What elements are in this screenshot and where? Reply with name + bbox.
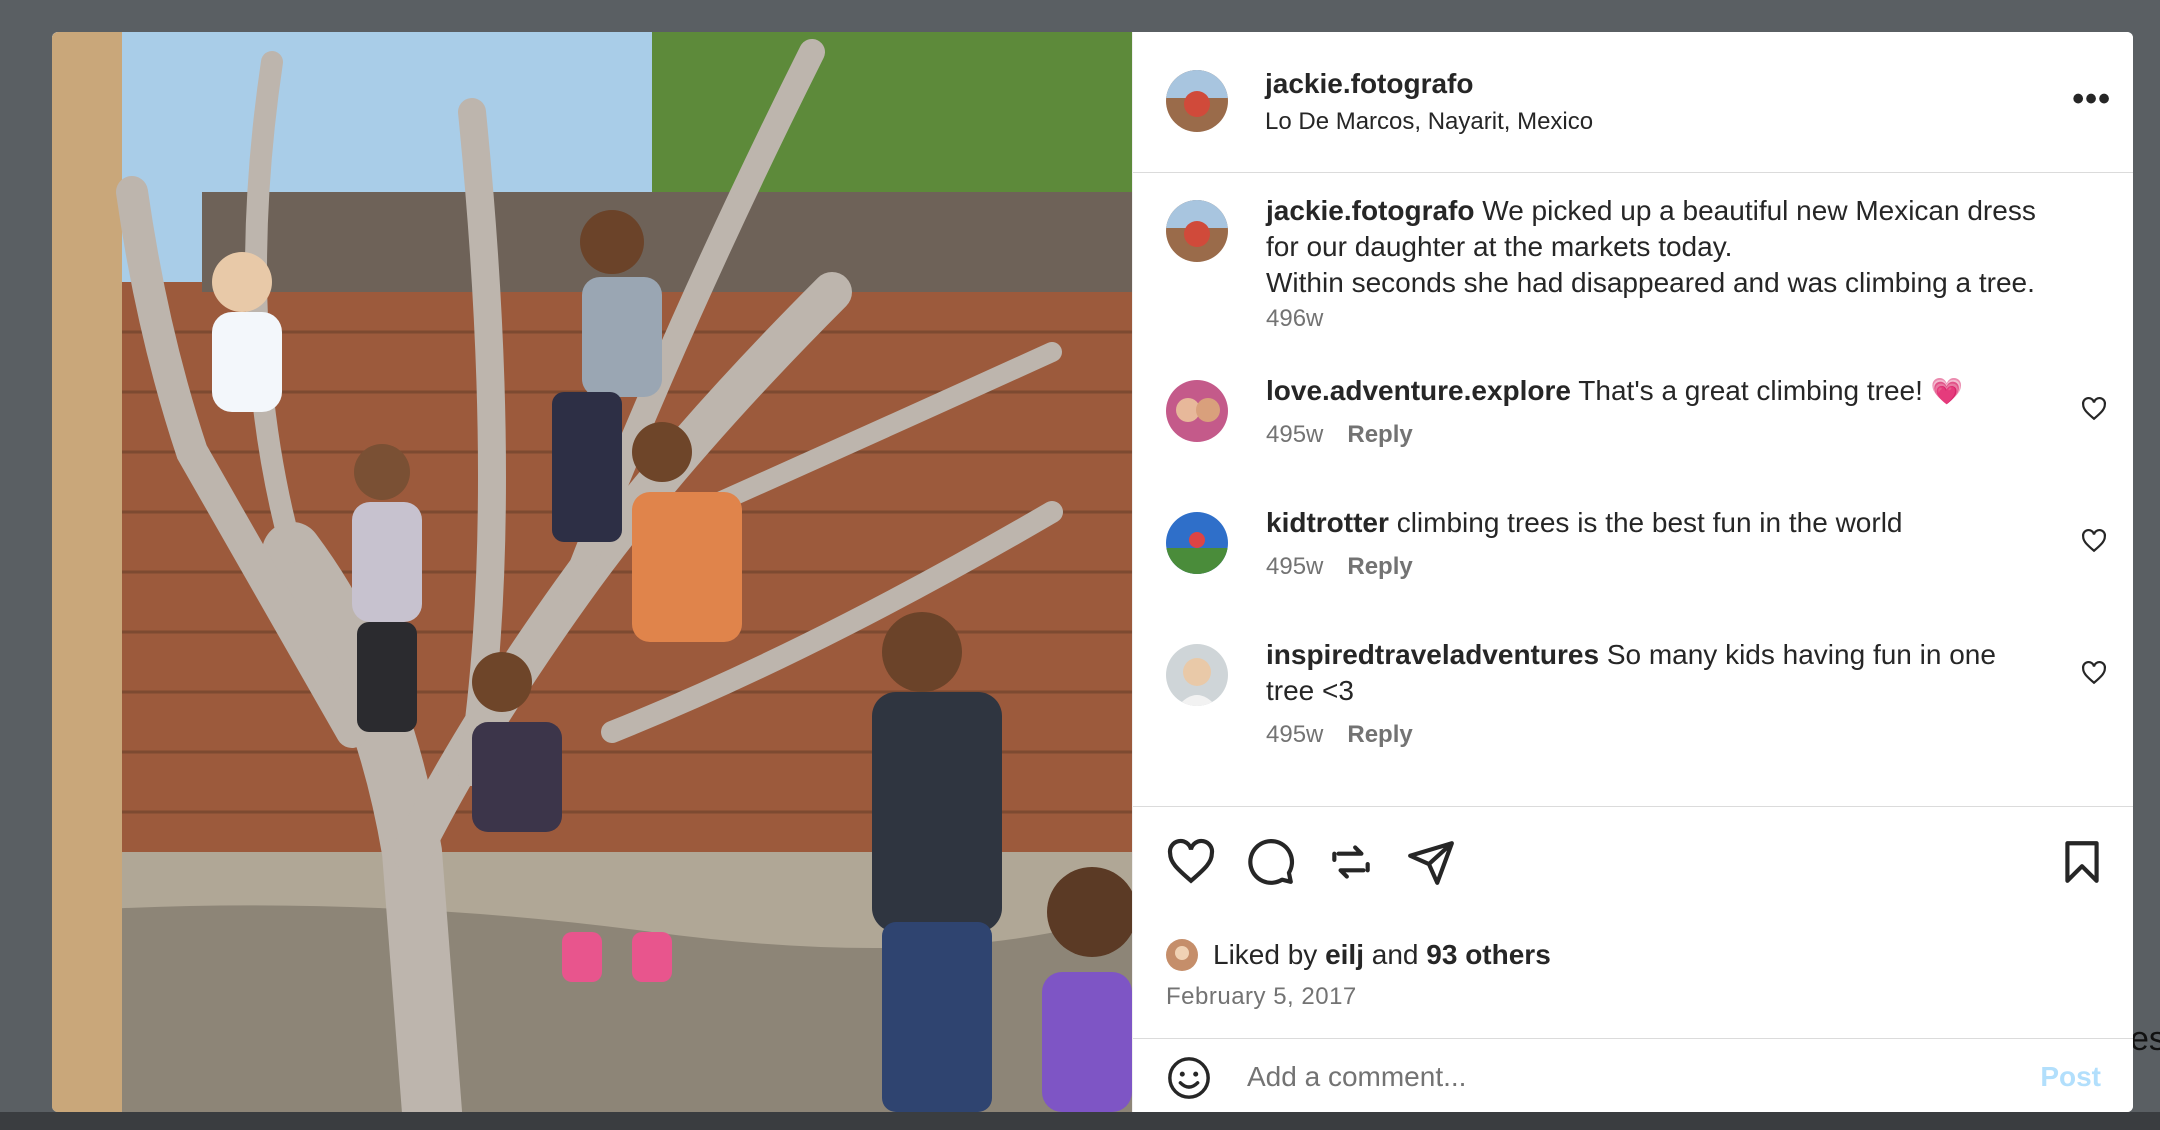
caption-line-1: We picked up a beautiful new Mexican dre… bbox=[1482, 195, 2036, 226]
comment-meta: 495w Reply bbox=[1266, 721, 1413, 749]
comments-list: jackie.fotografo We picked up a beautifu… bbox=[1133, 173, 2133, 806]
comment-body: So many kids having fun in one bbox=[1606, 639, 1996, 670]
comment-body-line-2: tree <3 bbox=[1266, 675, 1354, 706]
caption-time: 496w bbox=[1266, 305, 1324, 332]
likes-others-link[interactable]: 93 others bbox=[1426, 939, 1551, 970]
liker-avatar[interactable] bbox=[1166, 939, 1198, 971]
comment-username[interactable]: inspiredtraveladventures bbox=[1266, 639, 1599, 670]
author-username[interactable]: jackie.fotografo bbox=[1265, 68, 1473, 100]
caption-line-3: Within seconds she had disappeared and w… bbox=[1266, 267, 2035, 298]
liker-username[interactable]: eilj bbox=[1325, 939, 1364, 970]
like-comment-heart-icon[interactable] bbox=[2081, 396, 2107, 422]
reply-button[interactable]: Reply bbox=[1347, 721, 1412, 748]
post-location[interactable]: Lo De Marcos, Nayarit, Mexico bbox=[1265, 108, 1593, 136]
comment-bubble-icon[interactable] bbox=[1246, 837, 1296, 887]
pink-heart-emoji: 💗 bbox=[1930, 376, 1964, 406]
comment-meta: 495w Reply bbox=[1266, 421, 1413, 449]
comment-meta: 495w Reply bbox=[1266, 553, 1413, 581]
reply-button[interactable]: Reply bbox=[1347, 421, 1412, 448]
post-date: February 5, 2017 bbox=[1166, 983, 1357, 1010]
reply-button[interactable]: Reply bbox=[1347, 553, 1412, 580]
author-avatar[interactable] bbox=[1166, 70, 1228, 132]
background-strip bbox=[0, 1112, 2160, 1130]
commenter-avatar[interactable] bbox=[1166, 644, 1228, 706]
comment-time: 495w bbox=[1266, 721, 1324, 748]
likes-prefix: Liked by bbox=[1213, 939, 1318, 970]
comment-input[interactable] bbox=[1245, 1049, 1949, 1105]
commenter-avatar[interactable] bbox=[1166, 380, 1228, 442]
caption-line-2: for our daughter at the markets today. bbox=[1266, 231, 1733, 262]
repost-icon[interactable] bbox=[1326, 837, 1376, 887]
comment-username[interactable]: kidtrotter bbox=[1266, 507, 1389, 538]
caption-avatar[interactable] bbox=[1166, 200, 1228, 262]
caption-meta: 496w bbox=[1266, 305, 1323, 333]
comment-body: That's a great climbing tree! bbox=[1578, 375, 1923, 406]
comment-time: 495w bbox=[1266, 553, 1324, 580]
comment-text: love.adventure.explore That's a great cl… bbox=[1266, 373, 2073, 409]
like-comment-heart-icon[interactable] bbox=[2081, 660, 2107, 686]
post-side-panel: jackie.fotografo Lo De Marcos, Nayarit, … bbox=[1132, 32, 2133, 1112]
post-header: jackie.fotografo Lo De Marcos, Nayarit, … bbox=[1133, 32, 2133, 173]
comment-time: 495w bbox=[1266, 421, 1324, 448]
comment-username[interactable]: love.adventure.explore bbox=[1266, 375, 1571, 406]
post-actions: Liked by eilj and 93 others February 5, … bbox=[1133, 806, 2133, 1039]
share-icon[interactable] bbox=[1406, 837, 1456, 887]
add-comment-bar: Post bbox=[1133, 1038, 2133, 1112]
post-photo bbox=[52, 32, 1132, 1112]
more-options-icon[interactable]: ••• bbox=[2072, 80, 2111, 119]
comment-text: inspiredtraveladventures So many kids ha… bbox=[1266, 637, 2073, 709]
bookmark-icon[interactable] bbox=[2057, 837, 2107, 887]
comment-text: kidtrotter climbing trees is the best fu… bbox=[1266, 505, 2073, 541]
caption-username[interactable]: jackie.fotografo bbox=[1266, 195, 1474, 226]
caption-text: jackie.fotografo We picked up a beautifu… bbox=[1266, 193, 2073, 301]
post-modal: jackie.fotografo Lo De Marcos, Nayarit, … bbox=[52, 32, 2133, 1112]
emoji-icon[interactable] bbox=[1166, 1055, 1212, 1101]
like-comment-heart-icon[interactable] bbox=[2081, 528, 2107, 554]
like-heart-icon[interactable] bbox=[1166, 837, 1216, 887]
comment-body: climbing trees is the best fun in the wo… bbox=[1396, 507, 1903, 538]
likes-and: and bbox=[1371, 939, 1419, 970]
background-text: es bbox=[2130, 1020, 2160, 1058]
commenter-avatar[interactable] bbox=[1166, 512, 1228, 574]
likes-summary: Liked by eilj and 93 others bbox=[1213, 939, 1551, 971]
post-comment-button[interactable]: Post bbox=[2040, 1061, 2101, 1093]
